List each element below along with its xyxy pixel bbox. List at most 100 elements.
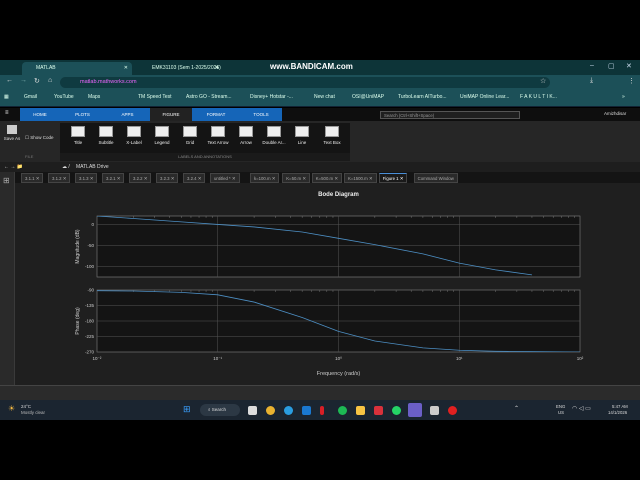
tab-apps[interactable]: APPS bbox=[105, 108, 150, 121]
bode-diagram[interactable]: Bode Diagram 0 -50 -100 Magnitude (dB) 10⁻² 10… bbox=[15, 183, 640, 385]
wifi-volume-battery-icon[interactable]: ◠ ◁ ▭ bbox=[572, 405, 591, 412]
doc-tab[interactable]: Command Window bbox=[413, 173, 458, 183]
forward-icon[interactable]: → bbox=[20, 77, 27, 84]
browser-tab-matlab[interactable]: MATLAB ✕ bbox=[22, 62, 132, 75]
doc-tab[interactable]: k=100.m ✕ bbox=[250, 173, 280, 183]
user-profile[interactable]: Amizhdisar bbox=[604, 111, 626, 116]
maximize-icon[interactable]: ▢ bbox=[608, 62, 615, 70]
legend-button[interactable]: Legend bbox=[149, 126, 175, 145]
bookmark[interactable]: Astro GO - Stream... bbox=[186, 94, 232, 100]
clock-date[interactable]: 14/1/2026 bbox=[608, 410, 627, 415]
bookmark[interactable]: Gmail bbox=[24, 94, 37, 100]
bookmark[interactable]: Maps bbox=[88, 94, 100, 100]
browser-tab-emk[interactable]: EMK31103 (Sem 1-2025/2026) ✕ bbox=[138, 62, 223, 75]
doc-tab[interactable]: K=1500.m ✕ bbox=[344, 173, 377, 183]
outlook-icon[interactable] bbox=[302, 406, 311, 415]
close-icon[interactable]: ✕ bbox=[301, 176, 306, 181]
doc-tab[interactable]: 3.1.3 ✕ bbox=[75, 173, 98, 183]
grid-button[interactable]: Grid bbox=[177, 126, 203, 145]
region[interactable]: US bbox=[558, 410, 564, 415]
new-tab-button[interactable]: + bbox=[216, 62, 219, 75]
file-explorer-icon[interactable] bbox=[356, 406, 365, 415]
close-icon[interactable]: ✕ bbox=[116, 176, 121, 181]
tab-figure[interactable]: FIGURE bbox=[150, 108, 192, 121]
more-bookmarks[interactable]: » bbox=[622, 94, 625, 100]
bookmark[interactable]: Disney+ Hotstar -... bbox=[250, 94, 293, 100]
windows-start-icon[interactable]: ⊞ bbox=[183, 405, 191, 414]
close-window-icon[interactable]: ✕ bbox=[626, 62, 632, 70]
close-icon[interactable]: ✕ bbox=[231, 176, 236, 181]
task-view-icon[interactable] bbox=[248, 406, 257, 415]
doc-tab[interactable]: 3.2.4 ✕ bbox=[183, 173, 206, 183]
doc-tab[interactable]: K=50.m ✕ bbox=[282, 173, 310, 183]
close-icon[interactable]: ✕ bbox=[62, 176, 67, 181]
close-icon[interactable]: ✕ bbox=[89, 176, 94, 181]
teams-icon[interactable] bbox=[408, 403, 422, 417]
tab-format[interactable]: FORMAT bbox=[192, 108, 240, 121]
doc-tab[interactable]: 3.1.1 ✕ bbox=[21, 173, 44, 183]
hamburger-icon[interactable]: ≡ bbox=[5, 110, 9, 116]
download-icon[interactable]: ⤓ bbox=[590, 77, 593, 85]
doc-tab[interactable]: K=500.m ✕ bbox=[311, 173, 342, 183]
bookmark[interactable]: F A K U L T I K... bbox=[520, 94, 557, 100]
notepad-icon[interactable] bbox=[430, 406, 439, 415]
apps-icon[interactable]: ▦ bbox=[4, 94, 9, 100]
doc-tab[interactable]: 3.2.2 ✕ bbox=[129, 173, 152, 183]
subtitle-button[interactable]: Subtitle bbox=[93, 126, 119, 145]
double-arrow-button[interactable]: Double Ar... bbox=[261, 126, 287, 145]
netflix-icon[interactable] bbox=[320, 406, 324, 415]
clock-time[interactable]: 5:47 AM bbox=[612, 404, 628, 409]
close-icon[interactable]: ✕ bbox=[35, 176, 40, 181]
close-icon[interactable]: ✕ bbox=[271, 176, 276, 181]
text-arrow-button[interactable]: Text Arrow bbox=[205, 126, 231, 145]
text-box-button[interactable]: Text Box bbox=[319, 126, 345, 145]
close-icon[interactable]: ✕ bbox=[399, 176, 404, 181]
search-input[interactable]: Search (Ctrl+Shift+Space) bbox=[380, 111, 520, 119]
tab-tools[interactable]: TOOLS bbox=[240, 108, 282, 121]
spotify-icon[interactable] bbox=[338, 406, 347, 415]
close-icon[interactable]: ✕ bbox=[170, 176, 175, 181]
back-icon[interactable]: ← bbox=[6, 77, 13, 84]
tab-plots[interactable]: PLOTS bbox=[60, 108, 105, 121]
doc-tab[interactable]: 3.1.2 ✕ bbox=[48, 173, 71, 183]
show-code-checkbox[interactable]: ☐ Show Code bbox=[25, 135, 54, 141]
taskbar-search[interactable]: ⌕ Search bbox=[200, 404, 240, 416]
bookmark[interactable]: UniMAP Online Lear... bbox=[460, 94, 509, 100]
star-icon[interactable]: ☆ bbox=[540, 77, 546, 85]
line-button[interactable]: Line bbox=[289, 126, 315, 145]
close-icon[interactable]: ✕ bbox=[368, 176, 373, 181]
doc-tab[interactable]: 3.2.1 ✕ bbox=[102, 173, 125, 183]
language[interactable]: ENG bbox=[556, 404, 565, 409]
tray-chevron-icon[interactable]: ⌃ bbox=[514, 405, 519, 412]
edge-icon[interactable] bbox=[284, 406, 293, 415]
home-icon[interactable]: ⌂ bbox=[48, 77, 52, 84]
bookmark[interactable]: OSI@UniMAP bbox=[352, 94, 384, 100]
title-button[interactable]: Title bbox=[65, 126, 91, 145]
xlabel-button[interactable]: X-Label bbox=[121, 126, 147, 145]
chrome-icon[interactable] bbox=[266, 406, 275, 415]
bookmark[interactable]: TurboLearn AITurbo... bbox=[398, 94, 447, 100]
layout-icon[interactable]: ⊞ bbox=[3, 176, 10, 185]
doc-tab[interactable]: untitled * ✕ bbox=[210, 173, 240, 183]
url-input[interactable]: matlab.mathworks.com bbox=[60, 77, 550, 88]
whatsapp-icon[interactable] bbox=[392, 406, 401, 415]
close-icon[interactable]: ✕ bbox=[143, 176, 148, 181]
wps-icon[interactable] bbox=[374, 406, 383, 415]
nav-arrows-icon[interactable]: ← → 📁 bbox=[4, 162, 23, 172]
current-path[interactable]: MATLAB Drive bbox=[76, 162, 109, 172]
close-icon[interactable]: ✕ bbox=[124, 62, 128, 75]
doc-tab[interactable]: 3.2.3 ✕ bbox=[156, 173, 179, 183]
reload-icon[interactable]: ↻ bbox=[34, 77, 40, 85]
bookmark[interactable]: YouTube bbox=[54, 94, 74, 100]
menu-icon[interactable]: ⋮ bbox=[628, 77, 635, 85]
close-icon[interactable]: ✕ bbox=[197, 176, 202, 181]
save-as-button[interactable]: Save As bbox=[3, 125, 21, 141]
arrow-button[interactable]: Arrow bbox=[233, 126, 259, 145]
minimize-icon[interactable]: – bbox=[590, 62, 594, 69]
close-icon[interactable]: ✕ bbox=[333, 176, 338, 181]
doc-tab[interactable]: Figure 1 ✕ bbox=[378, 173, 408, 183]
bookmark[interactable]: New chat bbox=[314, 94, 335, 100]
tab-home[interactable]: HOME bbox=[20, 108, 60, 121]
bandicam-icon[interactable] bbox=[448, 406, 457, 415]
bookmark[interactable]: TM Speed Test bbox=[138, 94, 172, 100]
